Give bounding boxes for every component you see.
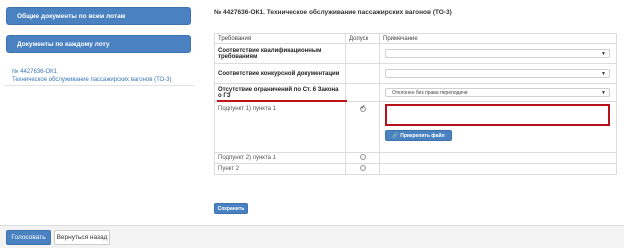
paperclip-icon: 🔗 [392,132,399,139]
requirement-label: Соответствие конкурсной документации [214,63,346,84]
decision-select[interactable]: Отклонен без права переподачи ▼ [385,88,610,97]
admission-cell [345,63,380,84]
admission-cell [345,152,380,164]
all-lots-documents-button[interactable]: Общие документы по всем лотам [6,7,191,25]
page-title: № 4427636-ОК1. Техническое обслуживание … [214,9,452,16]
back-button[interactable]: Вернуться назад [54,230,110,245]
admission-checkbox[interactable] [359,165,366,171]
chevron-down-icon: ▼ [601,71,606,77]
highlight-underline [217,100,347,102]
note-cell [379,152,617,164]
table-row: Подпункт 2) пункта 1 [214,152,617,164]
lot-description: Техническое обслуживание пассажирских ва… [12,77,172,83]
decision-select[interactable]: ▼ [385,49,610,58]
admission-cell [345,101,380,153]
admission-cell [345,43,380,64]
note-cell: Отклонен без права переподачи ▼ [379,83,617,102]
lot-number: № 4427636-ОК1 [12,69,57,75]
per-lot-documents-button[interactable]: Документы по каждому лоту [6,35,191,53]
table-row: Соответствие квалификационным требования… [214,43,617,64]
attach-file-button[interactable]: 🔗 Прикрепить файл [385,130,452,141]
note-cell: ▼ [379,43,617,64]
requirements-table: Требования Допуск Примечание Соответстви… [214,33,617,175]
decision-select[interactable]: ▼ [385,69,610,78]
admission-cell [345,163,380,175]
table-row: Подпункт 1) пункта 1 🔗 Прикрепить файл [214,101,617,153]
note-cell: 🔗 Прикрепить файл [379,101,617,153]
table-row: Пункт 2 [214,163,617,175]
requirement-label: Соответствие квалификационным требования… [214,43,346,64]
note-cell [379,163,617,175]
requirement-label: Подпункт 2) пункта 1 [214,152,346,164]
admission-cell [345,83,380,102]
admission-checkbox[interactable] [359,154,366,160]
chevron-down-icon: ▼ [601,51,606,57]
header-admission: Допуск [345,33,380,44]
sidebar-divider [4,85,194,86]
lot-link[interactable]: № 4427636-ОК1 Техническое обслуживание п… [12,68,171,84]
requirement-label: Отсутствие ограничений по Ст. 6 Закона о… [214,83,346,102]
attach-file-label: Прикрепить файл [400,132,445,139]
vote-button[interactable]: Голосовать [6,230,51,245]
header-note: Примечание [379,33,617,44]
header-requirements: Требования [214,33,346,44]
table-header-row: Требования Допуск Примечание [214,33,617,44]
note-textarea[interactable] [385,104,610,126]
note-cell: ▼ [379,63,617,84]
requirement-label: Подпункт 1) пункта 1 [214,101,346,153]
requirement-label: Пункт 2 [214,163,346,175]
table-row: Отсутствие ограничений по Ст. 6 Закона о… [214,83,617,102]
chevron-down-icon: ▼ [601,90,606,96]
save-button[interactable]: Сохранить [214,203,248,214]
admission-checkbox[interactable] [359,104,366,112]
selected-value: Отклонен без права переподачи [392,90,468,96]
table-row: Соответствие конкурсной документации ▼ [214,63,617,84]
